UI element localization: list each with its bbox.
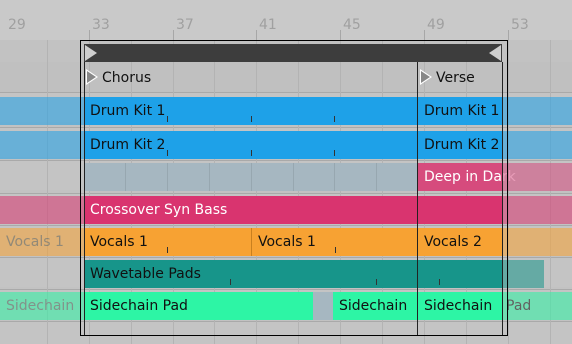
clip-name: Sidechain Pad	[90, 298, 188, 314]
bar-number: 45	[343, 17, 361, 33]
bar-number: 33	[92, 17, 110, 33]
empty-lane-selection[interactable]	[84, 163, 417, 191]
clip-name: Drum Kit 1	[90, 103, 166, 119]
beat-time-ruler[interactable]: 29 33 37 41 45 49 53	[0, 0, 572, 40]
bar-number: 29	[8, 17, 26, 33]
clip-drum-kit-1-outside[interactable]	[0, 97, 84, 125]
clip-name: Drum Kit 1	[424, 103, 500, 119]
clip-name: Sidechain	[339, 298, 408, 314]
locator-verse[interactable]: Verse	[420, 66, 475, 88]
warp-marker	[230, 279, 231, 285]
bar-tick	[256, 30, 257, 40]
locator-label: Verse	[436, 70, 475, 86]
clip-sidechain-after[interactable]: Pad	[502, 292, 572, 320]
selection-end-line	[502, 62, 503, 336]
locator-line-verse	[417, 62, 418, 336]
clip-name: Vocals 1	[258, 234, 316, 250]
clip-sidechain-verse[interactable]: Sidechain	[418, 292, 502, 320]
clip-wavetable-pads[interactable]: Wavetable Pads	[84, 260, 502, 288]
loop-start-handle-icon[interactable]	[85, 45, 97, 61]
warp-marker	[167, 116, 168, 122]
arrangement-view[interactable]: 29 33 37 41 45 49 53 Drum Kit 1 Drum Kit…	[0, 0, 572, 344]
clip-drum-kit-2-outside[interactable]	[0, 131, 84, 159]
locator-chorus[interactable]: Chorus	[86, 66, 151, 88]
clip-drum-kit-1-after[interactable]	[502, 97, 572, 125]
clip-name: Vocals 2	[424, 234, 482, 250]
clip-name: Sidechain	[424, 298, 493, 314]
bar-tick	[89, 30, 90, 40]
clip-name: Pad	[506, 298, 532, 314]
clip-sidechain-pad[interactable]: Sidechain Pad	[84, 292, 313, 320]
locator-label: Chorus	[102, 70, 152, 86]
clip-name: Vocals 1	[90, 234, 148, 250]
clip-sidechain-outside[interactable]: Sidechain	[0, 292, 84, 320]
warp-marker	[251, 150, 252, 156]
clip-name: Drum Kit 2	[90, 137, 166, 153]
clip-drum-kit-2[interactable]: Drum Kit 2	[84, 131, 417, 159]
clip-vocals-1[interactable]: Vocals 1	[84, 228, 251, 256]
warp-marker	[334, 150, 335, 156]
clip-drum-kit-1-verse[interactable]: Drum Kit 1	[418, 97, 502, 125]
bar-tick	[508, 30, 509, 40]
clip-drum-kit-2-verse[interactable]: Drum Kit 2	[418, 131, 502, 159]
loop-end-handle-icon[interactable]	[489, 45, 501, 61]
clip-deep-in-dark-after[interactable]	[502, 163, 572, 191]
bar-number: 37	[176, 17, 194, 33]
clip-name: Wavetable Pads	[90, 266, 201, 282]
bar-number: 41	[259, 17, 277, 33]
selection-start-line	[84, 62, 85, 336]
bar-tick	[340, 30, 341, 40]
bar-tick	[424, 30, 425, 40]
clip-crossover-syn-bass-outside[interactable]	[0, 196, 84, 224]
clip-name: Vocals 1	[6, 234, 64, 250]
clip-vocals-1-outside[interactable]: Vocals 1	[0, 228, 84, 256]
loop-brace[interactable]	[84, 44, 502, 62]
clip-crossover-syn-bass-after[interactable]	[502, 196, 572, 224]
locator-triangle-icon	[86, 69, 98, 85]
clip-drum-kit-1[interactable]: Drum Kit 1	[84, 97, 417, 125]
warp-marker	[439, 279, 440, 285]
clip-deep-in-dark[interactable]: Deep in Dark	[418, 163, 516, 191]
clip-sidechain-second[interactable]: Sidechain	[333, 292, 418, 320]
warp-marker	[251, 116, 252, 122]
clip-crossover-syn-bass[interactable]: Crossover Syn Bass	[84, 196, 502, 224]
clip-name: Drum Kit 2	[424, 137, 500, 153]
warp-marker	[335, 247, 336, 253]
bar-number: 53	[511, 17, 529, 33]
clip-vocals-1-second[interactable]: Vocals 1	[251, 228, 418, 256]
clip-drum-kit-2-after[interactable]	[502, 131, 572, 159]
track-lane-empty[interactable]	[0, 321, 572, 344]
clip-vocals-2-after[interactable]	[502, 228, 572, 256]
clip-name: Crossover Syn Bass	[90, 202, 228, 218]
warp-marker	[167, 150, 168, 156]
clip-vocals-2[interactable]: Vocals 2	[418, 228, 502, 256]
warp-marker	[167, 247, 168, 253]
clip-name: Sidechain	[6, 298, 75, 314]
warp-marker	[334, 116, 335, 122]
locator-triangle-icon	[420, 69, 432, 85]
bar-tick	[173, 30, 174, 40]
clip-wavetable-pads-after[interactable]	[502, 260, 544, 288]
bar-number: 49	[427, 17, 445, 33]
clip-gap[interactable]	[313, 292, 333, 320]
warp-marker	[376, 279, 377, 285]
